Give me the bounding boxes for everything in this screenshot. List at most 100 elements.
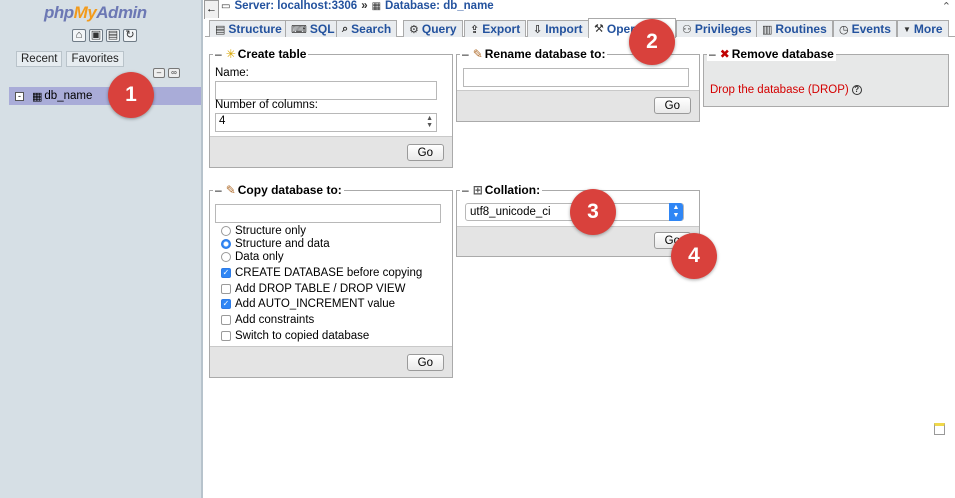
collapse-toggle[interactable]: – xyxy=(462,183,469,197)
drop-database-link[interactable]: Drop the database (DROP) ? xyxy=(710,84,862,96)
stepper-icon[interactable]: ▲ ▼ xyxy=(426,115,433,129)
annotation-badge-1: 1 xyxy=(108,72,154,118)
breadcrumb: ▭ Server: localhost:3306 » ▦ Database: d… xyxy=(221,0,494,12)
collapse-toggle[interactable]: – xyxy=(215,47,222,61)
nav-tabs: Recent Favorites xyxy=(16,51,124,67)
home-icon[interactable]: ⌂ xyxy=(72,29,86,42)
breadcrumb-server[interactable]: Server: localhost:3306 xyxy=(234,0,357,12)
tab-sql[interactable]: ⌨ SQL xyxy=(285,20,341,37)
expand-collapse-icon[interactable]: - xyxy=(15,91,24,101)
rename-database-input[interactable] xyxy=(463,68,689,87)
tab-structure[interactable]: ▤ Structure xyxy=(209,20,288,37)
help-icon[interactable]: ? xyxy=(851,85,862,95)
rename-database-fieldset: – ✎ Rename database to: Go xyxy=(456,47,700,122)
checkbox-label: CREATE DATABASE before copying xyxy=(235,267,423,279)
tab-more[interactable]: ▼ More xyxy=(897,20,949,37)
checkbox[interactable]: ✓ xyxy=(221,299,231,309)
copy-database-legend: – ✎ Copy database to: xyxy=(213,183,344,197)
collation-footer: Go xyxy=(457,226,699,256)
add-auto-increment-checkbox[interactable]: ✓ Add AUTO_INCREMENT value xyxy=(221,298,395,310)
checkbox[interactable]: ✓ xyxy=(221,268,231,278)
nav-icon-bar: ⌂ ▣ ▤ ↻ xyxy=(72,29,137,42)
navigation-panel: phpMyAdmin ⌂ ▣ ▤ ↻ Recent Favorites – ∞ … xyxy=(0,0,203,498)
recent-tab[interactable]: Recent xyxy=(16,51,63,67)
create-database-checkbox[interactable]: ✓ CREATE DATABASE before copying xyxy=(221,267,422,279)
copy-database-footer: Go xyxy=(210,346,452,377)
radio-button[interactable] xyxy=(221,239,231,249)
db-tree-item[interactable]: - ▦ db_name xyxy=(9,87,201,105)
add-drop-table-checkbox[interactable]: Add DROP TABLE / DROP VIEW xyxy=(221,283,405,295)
create-table-fieldset: – ✳ Create table Name: Number of columns… xyxy=(209,47,453,168)
tab-label: Export xyxy=(482,22,521,36)
tab-import[interactable]: ⇩ Import xyxy=(527,20,589,37)
export-icon: ⇪ xyxy=(470,23,480,36)
structure-only-radio[interactable]: Structure only xyxy=(221,225,306,237)
favorites-tab[interactable]: Favorites xyxy=(66,51,124,67)
collapse-toggle[interactable]: – xyxy=(709,47,716,61)
copy-database-title: Copy database to: xyxy=(237,183,342,197)
tab-label: Query xyxy=(421,22,457,36)
collation-legend: – ⊞ Collation: xyxy=(460,183,543,197)
reload-icon[interactable]: ↻ xyxy=(123,29,137,42)
collapse-toggle[interactable]: – xyxy=(462,47,469,61)
collapse-toggle[interactable]: – xyxy=(215,183,222,197)
number-of-columns-label: Number of columns: xyxy=(215,99,318,111)
radio-button[interactable] xyxy=(221,252,231,262)
copy-pencil-icon: ✎ xyxy=(225,183,236,197)
phpmyadmin-logo[interactable]: phpMyAdmin xyxy=(44,3,147,23)
switch-to-copied-checkbox[interactable]: Switch to copied database xyxy=(221,330,369,342)
rename-database-footer: Go xyxy=(457,90,699,121)
table-name-label: Name: xyxy=(215,67,249,79)
add-constraints-checkbox[interactable]: Add constraints xyxy=(221,314,314,326)
sql-icon: ⌨ xyxy=(291,23,307,36)
number-of-columns-input[interactable]: 4 ▲ ▼ xyxy=(215,113,437,132)
events-icon: ◷ xyxy=(839,23,849,36)
checkbox[interactable] xyxy=(221,331,231,341)
collapse-all-icon[interactable]: – xyxy=(153,68,165,78)
query-icon: ⚙ xyxy=(409,23,419,36)
tab-label: Events xyxy=(851,22,891,36)
breadcrumb-database[interactable]: Database: db_name xyxy=(385,0,494,12)
database-icon: ▦ xyxy=(371,0,382,12)
checkbox[interactable] xyxy=(221,284,231,294)
tab-search[interactable]: ⌕ Search xyxy=(336,20,398,37)
sql-docs-icon[interactable]: ▤ xyxy=(106,29,120,42)
db-tree-label[interactable]: db_name xyxy=(44,90,92,102)
checkbox[interactable] xyxy=(221,315,231,325)
breadcrumb-separator: » xyxy=(361,0,368,12)
create-table-go-button[interactable]: Go xyxy=(406,144,444,161)
data-only-radio[interactable]: Data only xyxy=(221,251,284,263)
tab-privileges[interactable]: ⚇ Privileges xyxy=(676,20,758,37)
privileges-icon: ⚇ xyxy=(682,23,692,36)
tab-export[interactable]: ⇪ Export xyxy=(464,20,527,37)
search-icon: ⌕ xyxy=(342,22,349,35)
collapse-nav-button[interactable]: ← xyxy=(204,0,219,19)
import-icon: ⇩ xyxy=(533,23,543,36)
rename-database-go-button[interactable]: Go xyxy=(653,97,691,114)
docs-icon[interactable]: ▣ xyxy=(89,29,103,42)
annotation-badge-4: 4 xyxy=(671,233,717,279)
tab-label: More xyxy=(913,22,943,36)
tab-events[interactable]: ◷ Events xyxy=(833,20,897,37)
link-with-main-icon[interactable]: ∞ xyxy=(168,68,180,78)
copy-database-go-button[interactable]: Go xyxy=(406,354,444,371)
tab-routines[interactable]: ▥ Routines xyxy=(756,20,833,37)
tab-label: Search xyxy=(351,22,392,36)
tab-query[interactable]: ⚙ Query xyxy=(403,20,463,37)
checkbox-label: Add DROP TABLE / DROP VIEW xyxy=(235,283,406,295)
structure-and-data-radio[interactable]: Structure and data xyxy=(221,238,330,250)
tab-label: Import xyxy=(545,22,583,36)
tab-label: Routines xyxy=(775,22,827,36)
table-name-input[interactable] xyxy=(215,81,437,100)
collation-title: Collation: xyxy=(484,183,541,197)
radio-label: Structure only xyxy=(235,225,306,237)
radio-button[interactable] xyxy=(221,226,231,236)
copy-database-fieldset: – ✎ Copy database to: Structure only Str… xyxy=(209,183,453,378)
select-arrows-icon[interactable]: ▲ ▼ xyxy=(669,203,683,221)
copy-database-input[interactable] xyxy=(215,204,441,223)
checkbox-label: Add constraints xyxy=(235,314,315,326)
drop-database-text[interactable]: Drop the database (DROP) xyxy=(710,84,849,96)
console-note-icon[interactable] xyxy=(934,423,945,435)
create-table-footer: Go xyxy=(210,136,452,167)
scroll-top-icon[interactable]: ⌃ xyxy=(942,0,951,13)
